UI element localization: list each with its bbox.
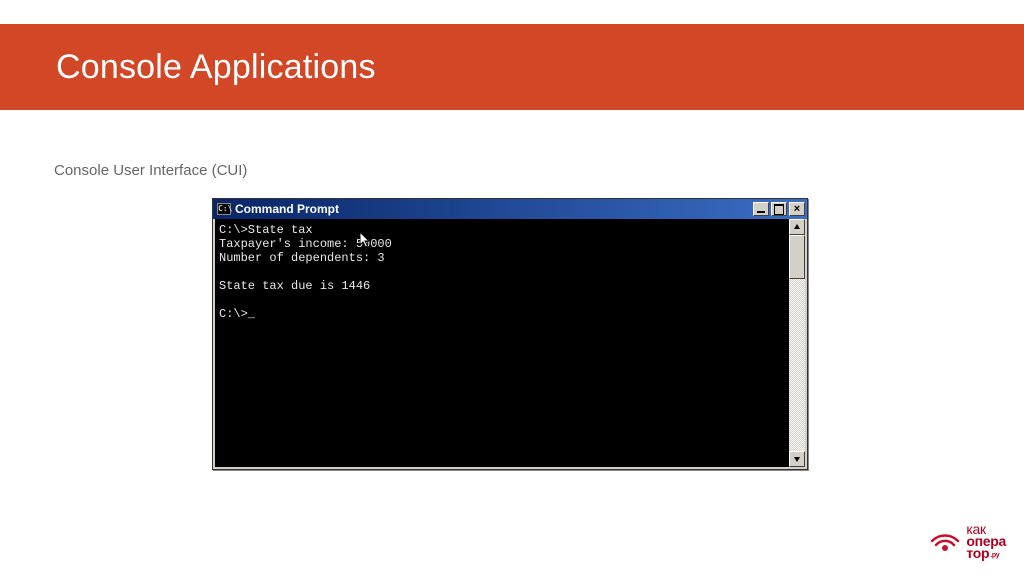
chevron-down-icon [793, 455, 801, 463]
chevron-up-icon [793, 223, 801, 231]
watermark-logo: как опера тор.ру [930, 524, 1006, 560]
header-band: Console Applications [0, 24, 1024, 110]
window-body: C:\>State tax Taxpayer's income: 50000 N… [213, 219, 807, 469]
window-titlebar[interactable]: C:\ Command Prompt × [213, 199, 807, 219]
close-button[interactable]: × [789, 202, 805, 216]
window-title: Command Prompt [235, 202, 339, 216]
scroll-thumb[interactable] [789, 235, 805, 279]
slide-title: Console Applications [56, 48, 376, 87]
slide-subtitle: Console User Interface (CUI) [54, 162, 247, 179]
minimize-button[interactable] [753, 202, 769, 216]
vertical-scrollbar[interactable] [789, 219, 805, 467]
cmd-icon: C:\ [217, 203, 231, 215]
maximize-button[interactable] [771, 202, 787, 216]
terminal-output[interactable]: C:\>State tax Taxpayer's income: 50000 N… [215, 219, 789, 467]
window-controls: × [753, 202, 805, 216]
logo-text: как опера тор.ру [966, 524, 1006, 560]
wifi-arc-icon [930, 527, 960, 557]
scroll-up-button[interactable] [789, 219, 805, 235]
command-prompt-window: C:\ Command Prompt × C:\>State tax Taxpa… [212, 198, 808, 470]
slide: Console Applications Console User Interf… [0, 0, 1024, 576]
logo-line3: тор.ру [966, 548, 1006, 560]
scroll-track[interactable] [789, 235, 805, 451]
scroll-down-button[interactable] [789, 451, 805, 467]
